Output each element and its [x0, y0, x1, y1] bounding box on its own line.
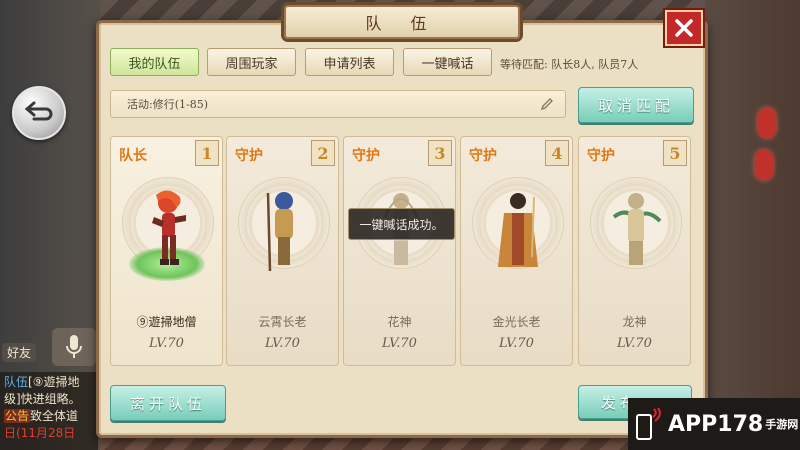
team-member-card[interactable]: 守护 2 云霄长老 LV.70	[226, 136, 339, 366]
member-level: LV.70	[265, 336, 300, 351]
chat-tag-team: 队伍	[4, 375, 29, 389]
tab-one-click-shout[interactable]: 一键喊话	[403, 48, 492, 76]
character-figure	[612, 193, 662, 265]
chat-line: 队伍[⑨遊掃地	[4, 374, 94, 391]
tab-my-team[interactable]: 我的队伍	[110, 48, 199, 76]
slot-number: 2	[311, 140, 335, 166]
member-name: 龙神	[622, 315, 647, 329]
back-button[interactable]	[12, 86, 66, 140]
member-name: ⑨遊掃地僧	[136, 315, 197, 329]
chat-text: [⑨遊掃地	[28, 375, 80, 389]
member-role: 队长	[119, 148, 147, 164]
character-figure	[498, 193, 538, 267]
team-member-card[interactable]: 守护 4 金光长老 LV.70	[460, 136, 573, 366]
member-level: LV.70	[617, 336, 652, 351]
character-figure	[152, 190, 186, 265]
team-member-card[interactable]: 队长 1 ⑨遊掃地僧 LV.70	[110, 136, 223, 366]
scene-right	[705, 0, 800, 450]
chat-line: 公告致全体道	[4, 408, 94, 425]
pencil-icon[interactable]	[539, 96, 555, 112]
matching-status: 等待匹配: 队长8人, 队员7人	[500, 58, 639, 71]
panel-title: 队 伍	[365, 14, 439, 33]
character-figure	[266, 192, 293, 272]
member-role: 守护	[469, 148, 497, 164]
chat-tag-announcement: 公告	[4, 409, 31, 423]
member-level: LV.70	[382, 336, 417, 351]
leave-team-button[interactable]: 离开队伍	[110, 385, 226, 421]
slot-number: 1	[195, 140, 219, 166]
lantern-decoration	[758, 108, 776, 138]
chat-text: 致全体道	[30, 409, 79, 423]
close-button[interactable]	[665, 10, 703, 46]
slot-number: 5	[663, 140, 687, 166]
slot-number: 3	[428, 140, 452, 166]
site-watermark: APP178 手游网	[628, 398, 800, 450]
member-name: 花神	[387, 315, 412, 329]
activity-field[interactable]: 活动:修行(1-85)	[110, 90, 566, 118]
chat-line: 级]快进组略。	[4, 391, 94, 408]
cancel-match-button[interactable]: 取消匹配	[578, 87, 694, 123]
chat-line: 日(11月28日	[4, 425, 94, 442]
back-arrow-icon	[24, 101, 53, 121]
member-role: 守护	[352, 148, 380, 164]
chat-text: 日(11月28日	[4, 426, 76, 440]
tab-application-list[interactable]: 申请列表	[305, 48, 394, 76]
member-role: 守护	[235, 148, 263, 164]
member-name: 云霄长老	[258, 315, 307, 329]
team-member-card[interactable]: 守护 5 龙神 LV.70	[578, 136, 691, 366]
team-member-card[interactable]: 守护 3 花神 LV.70	[343, 136, 456, 366]
chat-panel[interactable]: 队伍[⑨遊掃地 级]快进组略。 公告致全体道 日(11月28日	[0, 372, 98, 450]
close-icon	[675, 19, 693, 37]
shout-success-toast: 一键喊话成功。	[348, 208, 455, 240]
panel-title-plate: 队 伍	[284, 5, 520, 39]
slot-number: 4	[545, 140, 569, 166]
watermark-text: APP178	[668, 411, 764, 437]
member-name: 金光长老	[492, 315, 541, 329]
member-level: LV.70	[499, 336, 534, 351]
phone-signal-icon	[636, 407, 661, 440]
chat-text: 级]快进组略。	[4, 392, 81, 406]
tab-nearby-players[interactable]: 周围玩家	[207, 48, 296, 76]
voice-chat-button[interactable]	[52, 328, 96, 366]
member-role: 守护	[587, 148, 615, 164]
lantern-decoration	[755, 150, 773, 180]
friend-button[interactable]: 好友	[2, 343, 37, 362]
activity-label: 活动:修行(1-85)	[127, 98, 209, 111]
member-level: LV.70	[149, 336, 184, 351]
watermark-subtext: 手游网	[765, 418, 799, 431]
microphone-icon	[66, 335, 82, 358]
